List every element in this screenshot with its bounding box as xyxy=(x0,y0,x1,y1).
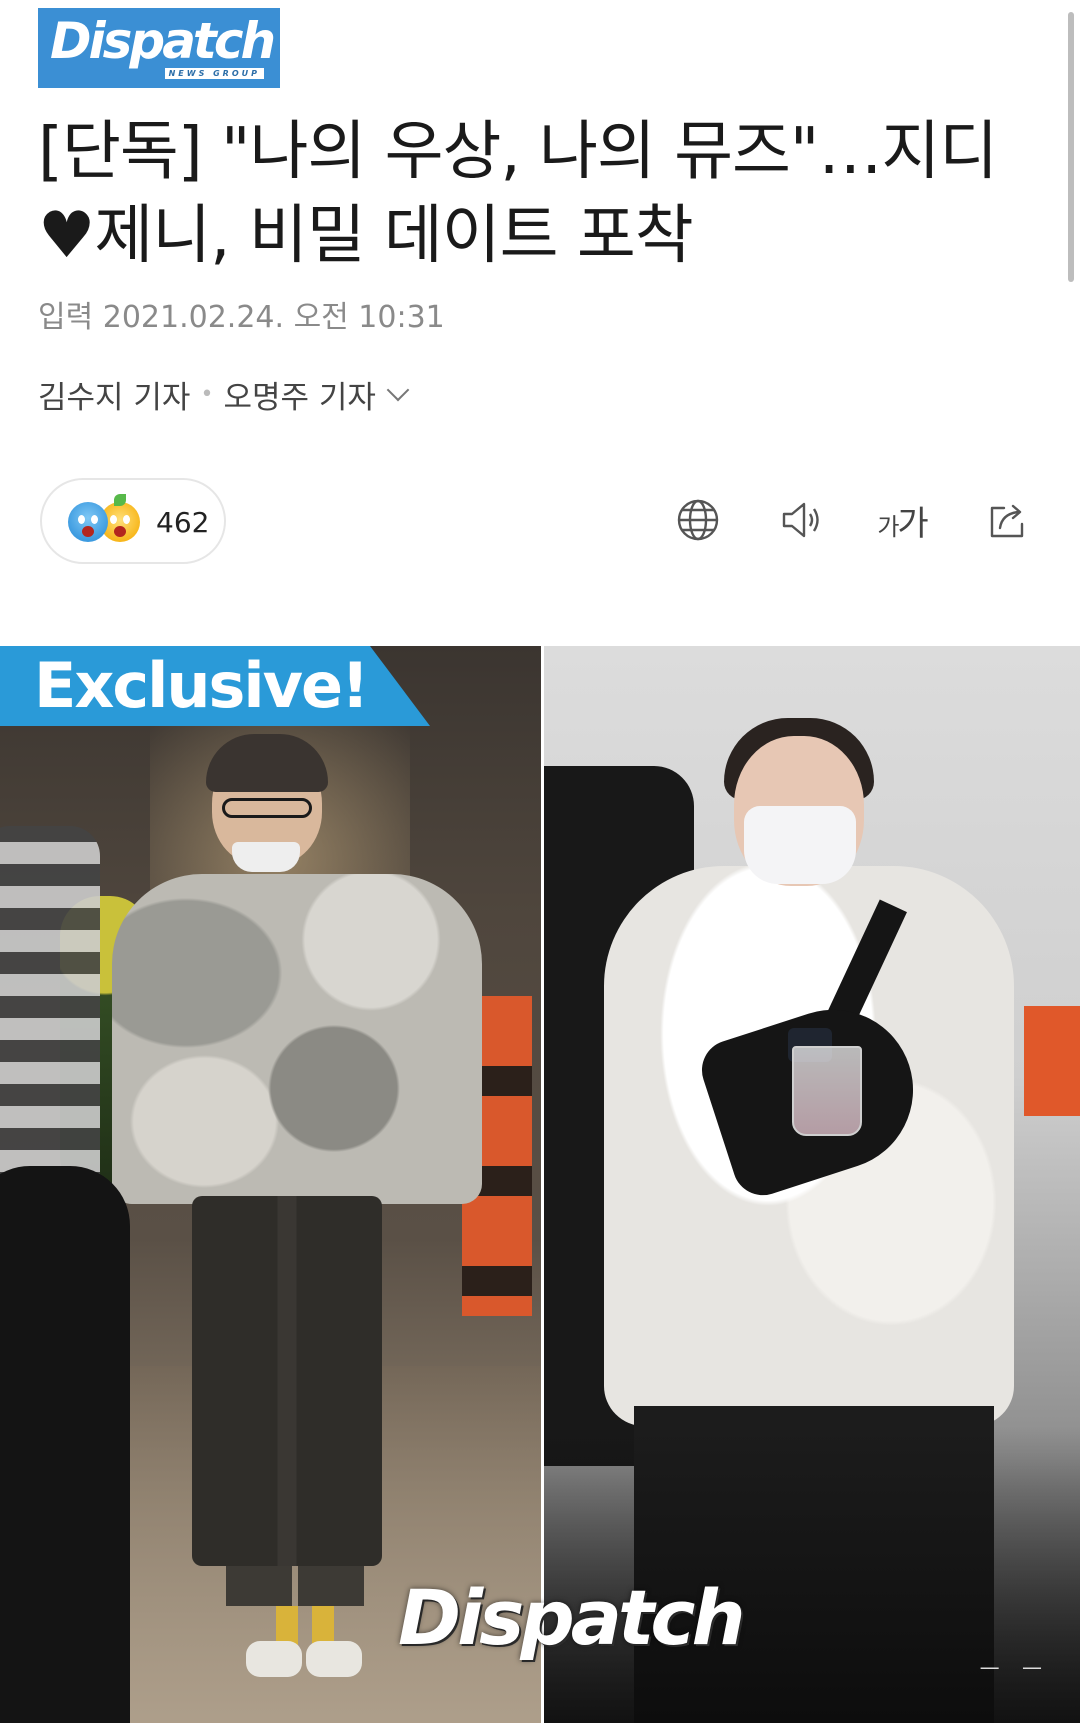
speaker-icon xyxy=(782,502,819,538)
logo-subtitle: NEWS GROUP xyxy=(164,68,264,79)
reporter-byline[interactable]: 김수지 기자 • 오명주 기자 xyxy=(38,372,410,417)
exclusive-label: Exclusive! xyxy=(34,649,369,722)
reaction-button[interactable]: 462 xyxy=(40,478,226,564)
surprised-blue-emoji-icon xyxy=(68,502,108,542)
font-size-button[interactable]: 가가 xyxy=(874,492,930,548)
camo-jacket xyxy=(112,874,482,1204)
share-button[interactable] xyxy=(980,492,1036,548)
share-icon xyxy=(990,504,1024,538)
drink-cup xyxy=(792,1046,862,1136)
corner-marks: — — xyxy=(979,1655,1050,1679)
translate-button[interactable] xyxy=(670,492,726,548)
globe-icon xyxy=(677,499,719,541)
listen-button[interactable] xyxy=(772,492,828,548)
photo-left-gd xyxy=(0,646,541,1723)
article-headline: [단독] "나의 우상, 나의 뮤즈"…지디♥제니, 비밀 데이트 포착 xyxy=(38,115,998,273)
dispatch-watermark: Dispatch xyxy=(398,1573,746,1662)
glasses xyxy=(222,798,312,818)
logo-wordmark: Dispatch xyxy=(50,12,276,70)
font-size-icon: 가가 xyxy=(877,503,928,544)
article-photo: Exclusive! Dispatch — — xyxy=(0,646,1080,1723)
face-mask xyxy=(744,806,856,884)
publish-date: 입력 2021.02.24. 오전 10:31 xyxy=(38,300,445,335)
separator-dot: • xyxy=(200,382,214,407)
reporter-name: 김수지 기자 xyxy=(38,380,191,416)
reaction-count: 462 xyxy=(156,506,210,539)
reporter-name: 오명주 기자 xyxy=(223,380,376,416)
article-page: Dispatch NEWS GROUP [단독] "나의 우상, 나의 뮤즈"…… xyxy=(0,0,1080,1723)
scrollbar[interactable] xyxy=(1068,12,1074,282)
dispatch-logo[interactable]: Dispatch NEWS GROUP xyxy=(38,8,280,88)
photo-right-jennie xyxy=(544,646,1080,1723)
chevron-down-icon[interactable] xyxy=(386,378,410,401)
